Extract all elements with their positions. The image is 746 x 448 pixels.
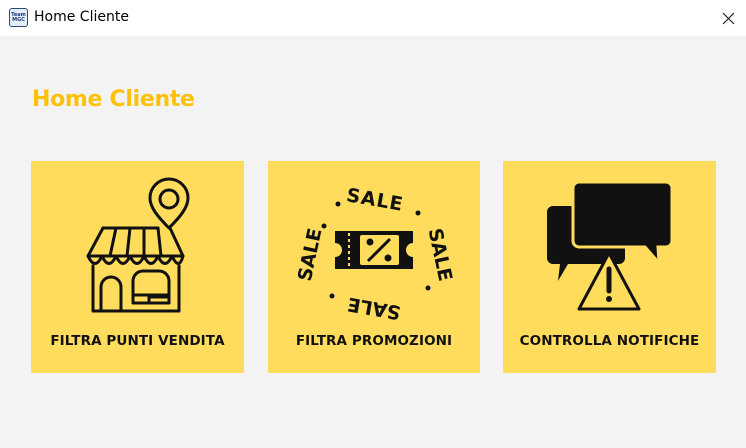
sale-text-top: SALE bbox=[345, 184, 405, 216]
app-icon-text-2: MGC bbox=[12, 16, 25, 23]
title-bar: Team MGC Home Cliente bbox=[0, 0, 746, 36]
filter-stores-button[interactable]: FILTRA PUNTI VENDITA bbox=[31, 161, 244, 373]
page-title: Home Cliente bbox=[32, 87, 195, 112]
notification-warning-icon bbox=[547, 180, 674, 311]
check-notifications-button[interactable]: CONTROLLA NOTIFICHE bbox=[503, 161, 716, 373]
card-label: FILTRA PUNTI VENDITA bbox=[50, 333, 225, 349]
filter-promotions-button[interactable]: SALE SALE SALE SALE FILTRA PROMOZIONI bbox=[268, 161, 480, 373]
close-icon bbox=[722, 12, 735, 24]
card-label: FILTRA PROMOZIONI bbox=[295, 333, 453, 349]
sale-text-right: SALE bbox=[424, 226, 457, 283]
sale-ticket-icon: SALE SALE SALE SALE bbox=[294, 184, 457, 321]
app-icon: Team MGC bbox=[9, 8, 28, 27]
sale-text-bottom: SALE bbox=[346, 293, 402, 321]
window-title: Home Cliente bbox=[34, 9, 129, 25]
sale-text-left: SALE bbox=[294, 226, 327, 283]
card-label: CONTROLLA NOTIFICHE bbox=[519, 333, 700, 349]
close-button[interactable] bbox=[711, 0, 746, 36]
store-location-icon bbox=[86, 177, 190, 313]
